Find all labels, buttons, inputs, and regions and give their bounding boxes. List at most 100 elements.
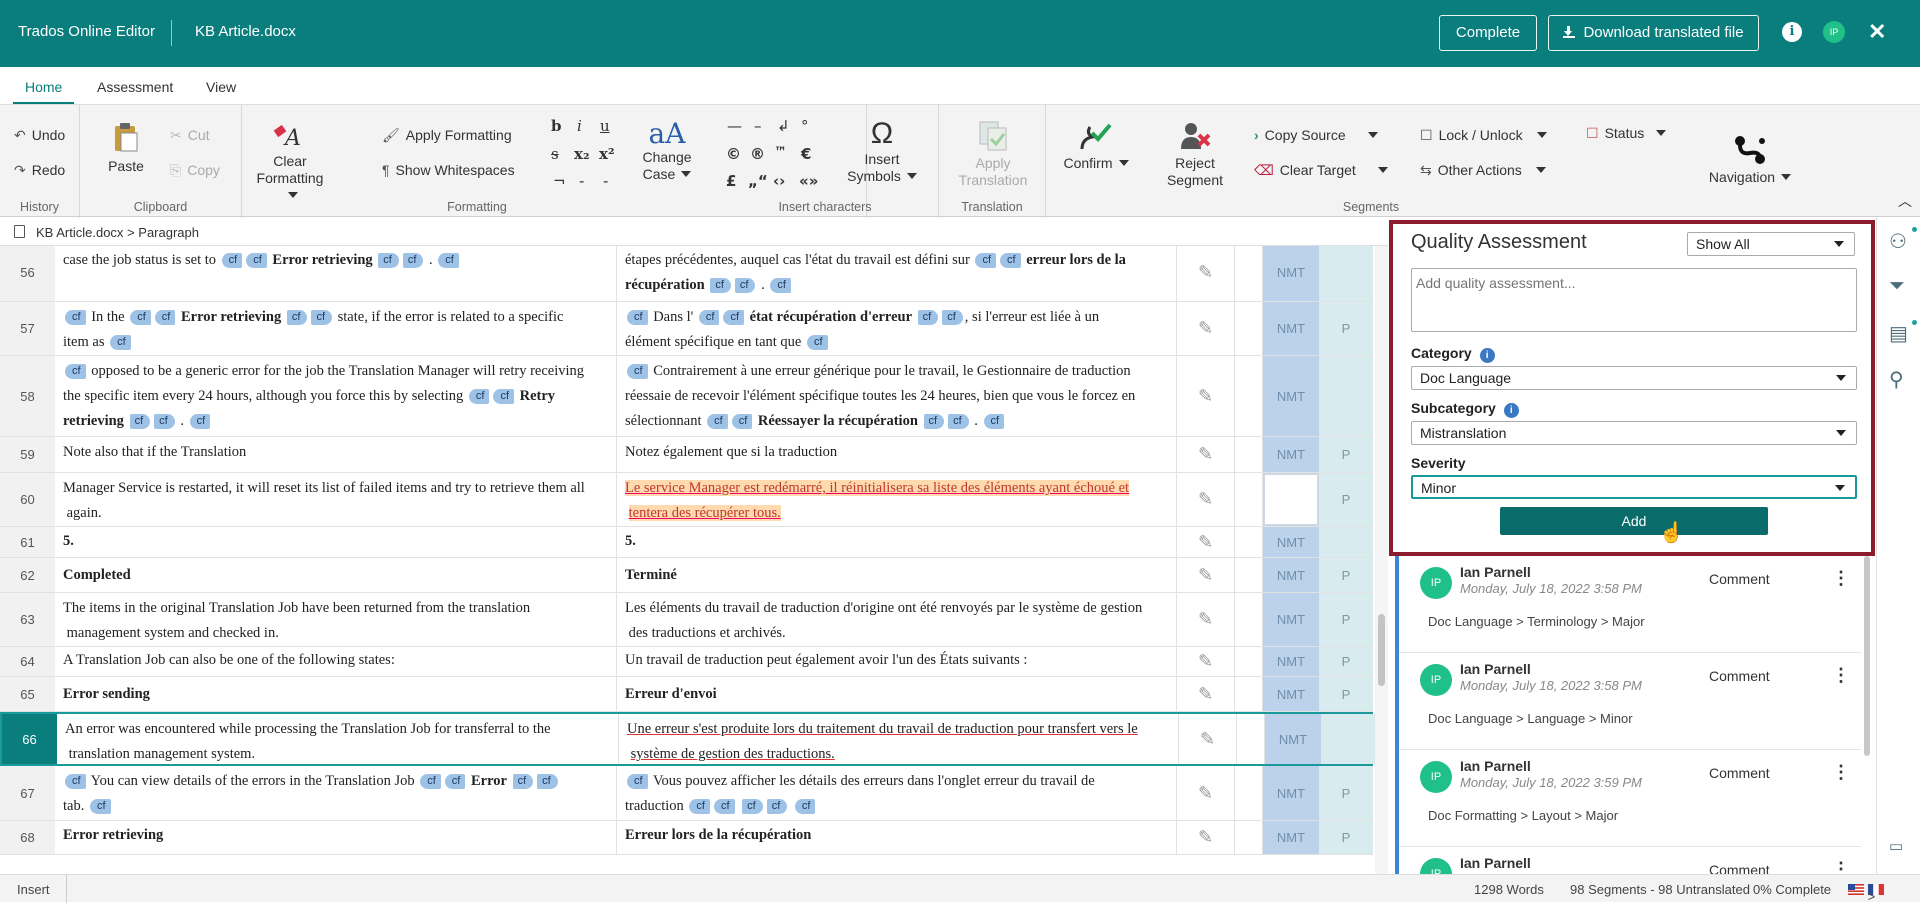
redo-button[interactable]: ↷ Redo <box>14 162 65 179</box>
more-vertical-icon[interactable]: ⋮ <box>1832 762 1850 783</box>
target-cell[interactable]: cf Vous pouvez afficher les détails des … <box>617 766 1177 820</box>
target-cell[interactable]: cf Dans l' cf cf état récupération d'erre… <box>617 302 1177 355</box>
edit-pencil-icon[interactable]: ✎ <box>1177 647 1235 676</box>
table-row[interactable]: 67 cf You can view details of the errors… <box>0 766 1373 821</box>
edit-pencil-icon[interactable]: ✎ <box>1177 356 1235 436</box>
strikethrough-button[interactable]: s <box>551 145 559 163</box>
edit-pencil-icon[interactable]: ✎ <box>1177 527 1235 557</box>
more-vertical-icon[interactable]: ⋮ <box>1832 568 1850 589</box>
superscript-button[interactable]: x² <box>599 145 615 163</box>
insert-symbols-button[interactable]: Ω Insert Symbols <box>837 117 927 185</box>
euro-button[interactable]: € <box>801 145 811 163</box>
status-button[interactable]: ☐ Status <box>1586 125 1667 142</box>
target-cell[interactable]: Erreur lors de la récupération <box>617 821 1177 854</box>
edit-pencil-icon[interactable]: ✎ <box>1177 766 1235 820</box>
en-dash-button[interactable]: – <box>754 117 762 135</box>
table-row[interactable]: 60 Manager Service is restarted, it will… <box>0 473 1373 527</box>
target-cell[interactable]: cf Contrairement à une erreur générique … <box>617 356 1177 436</box>
subcategory-select[interactable]: Mistranslation <box>1411 421 1857 445</box>
em-dash-button[interactable]: — <box>727 117 742 135</box>
registered-button[interactable]: ® <box>750 145 765 163</box>
underline-button[interactable]: u <box>600 117 610 135</box>
not-sign-button[interactable]: ¬ <box>553 172 566 190</box>
close-icon[interactable]: ✕ <box>1868 19 1886 45</box>
info-icon[interactable]: i <box>1782 22 1802 42</box>
filter-icon[interactable]: ⏷ <box>1889 275 1905 298</box>
low-quotes-button[interactable]: „“ <box>748 172 768 190</box>
table-row[interactable]: 68 Error retrieving Erreur lors de la ré… <box>0 821 1373 855</box>
table-row[interactable]: 65 Error sending Erreur d'envoi ✎ NMT P <box>0 677 1373 712</box>
info-icon[interactable]: i <box>1503 403 1519 418</box>
reject-segment-button[interactable]: Reject Segment <box>1163 119 1227 189</box>
complete-button[interactable]: Complete <box>1439 15 1537 51</box>
soft-hyphen-button[interactable]: - <box>603 172 608 190</box>
target-cell[interactable]: Notez également que si la traduction <box>617 437 1177 472</box>
comments-scrollbar[interactable] <box>1861 556 1874 756</box>
tab-home[interactable]: Home <box>12 79 75 104</box>
navigation-button[interactable]: Navigation <box>1702 133 1798 186</box>
italic-button[interactable]: i <box>577 117 582 135</box>
breadcrumb-doc[interactable]: KB Article.docx <box>36 225 123 240</box>
copy-source-button[interactable]: › Copy Source <box>1254 127 1378 143</box>
breadcrumb-node[interactable]: Paragraph <box>138 225 199 240</box>
other-actions-button[interactable]: ⇆ Other Actions <box>1420 162 1546 179</box>
target-cell[interactable]: Le service Manager est redémarré, il réi… <box>617 473 1177 526</box>
change-case-button[interactable]: aA Change Case <box>637 119 697 183</box>
tab-view[interactable]: View <box>206 79 236 95</box>
panel-toggle-icon[interactable]: ▭ <box>1889 837 1903 855</box>
table-row[interactable]: 64 A Translation Job can also be one of … <box>0 647 1373 677</box>
edit-pencil-icon[interactable]: ✎ <box>1179 714 1237 764</box>
edit-pencil-icon[interactable]: ✎ <box>1177 473 1235 526</box>
hyphen-button[interactable]: - <box>579 172 584 190</box>
target-cell[interactable]: Terminé <box>617 558 1177 592</box>
table-row[interactable]: 59 Note also that if the Translation Not… <box>0 437 1373 473</box>
list-item[interactable]: IP Ian Parnell Comment ⋮ <box>1399 847 1861 874</box>
target-cell[interactable]: étapes précédentes, auquel cas l'état du… <box>617 246 1177 301</box>
edit-pencil-icon[interactable]: ✎ <box>1177 437 1235 472</box>
edit-pencil-icon[interactable]: ✎ <box>1177 246 1235 301</box>
list-item[interactable]: IP Ian Parnell Monday, July 18, 2022 3:5… <box>1399 750 1861 847</box>
bold-button[interactable]: b <box>551 117 562 135</box>
confirm-button[interactable]: Confirm <box>1059 119 1133 172</box>
table-row[interactable]: 63 The items in the original Translation… <box>0 593 1373 647</box>
language-pair[interactable]: > <box>1848 882 1884 904</box>
target-cell[interactable]: Une erreur s'est produite lors du traite… <box>619 714 1179 764</box>
grid-scrollbar[interactable] <box>1375 246 1388 874</box>
info-icon[interactable]: i <box>1479 348 1495 363</box>
table-row[interactable]: 57 cf In the cf cf Error retrieving cf cf … <box>0 302 1373 356</box>
category-select[interactable]: Doc Language <box>1411 366 1857 390</box>
trademark-button[interactable]: ™ <box>774 145 787 160</box>
tm-results-icon[interactable]: ▤ <box>1889 321 1908 346</box>
edit-pencil-icon[interactable]: ✎ <box>1177 677 1235 711</box>
show-whitespaces-button[interactable]: ¶ Show Whitespaces <box>382 162 515 178</box>
single-guillemets-button[interactable]: ‹› <box>773 172 785 190</box>
severity-select[interactable]: Minor <box>1411 475 1857 499</box>
degree-button[interactable]: ° <box>801 117 809 135</box>
pound-button[interactable]: £ <box>726 172 736 190</box>
tab-assessment[interactable]: Assessment <box>97 79 173 95</box>
user-avatar[interactable]: IP <box>1823 21 1845 43</box>
collapse-ribbon-icon[interactable]: ︿ <box>1898 191 1912 211</box>
qa-filter-select[interactable]: Show All <box>1687 232 1855 256</box>
list-item[interactable]: IP Ian Parnell Monday, July 18, 2022 3:5… <box>1399 556 1861 653</box>
apply-translation-button[interactable]: Apply Translation <box>957 119 1029 189</box>
apply-formatting-button[interactable]: 🖌 Apply Formatting <box>382 127 512 144</box>
edit-pencil-icon[interactable]: ✎ <box>1177 821 1235 854</box>
lock-unlock-button[interactable]: ☐ Lock / Unlock <box>1420 127 1547 144</box>
target-cell[interactable]: Erreur d'envoi <box>617 677 1177 711</box>
clear-formatting-button[interactable]: A Clear Formatting <box>252 123 328 204</box>
target-cell[interactable]: Un travail de traduction peut également … <box>617 647 1177 676</box>
table-row[interactable]: 58 cf opposed to be a generic error for … <box>0 356 1373 437</box>
table-row-selected[interactable]: 66 An error was encountered while proces… <box>0 712 1375 766</box>
more-vertical-icon[interactable]: ⋮ <box>1832 859 1850 874</box>
guillemets-button[interactable]: «» <box>799 172 818 190</box>
qa-comment-input[interactable] <box>1411 268 1857 332</box>
target-cell[interactable]: Les éléments du travail de traduction d'… <box>617 593 1177 646</box>
list-item[interactable]: IP Ian Parnell Monday, July 18, 2022 3:5… <box>1399 653 1861 750</box>
edit-pencil-icon[interactable]: ✎ <box>1177 558 1235 592</box>
table-row[interactable]: 61 5. 5. ✎ NMT <box>0 527 1373 558</box>
comments-scroll-thumb[interactable] <box>1864 556 1870 756</box>
download-translated-file-button[interactable]: Download translated file <box>1548 15 1759 51</box>
edit-pencil-icon[interactable]: ✎ <box>1177 302 1235 355</box>
more-vertical-icon[interactable]: ⋮ <box>1832 665 1850 686</box>
